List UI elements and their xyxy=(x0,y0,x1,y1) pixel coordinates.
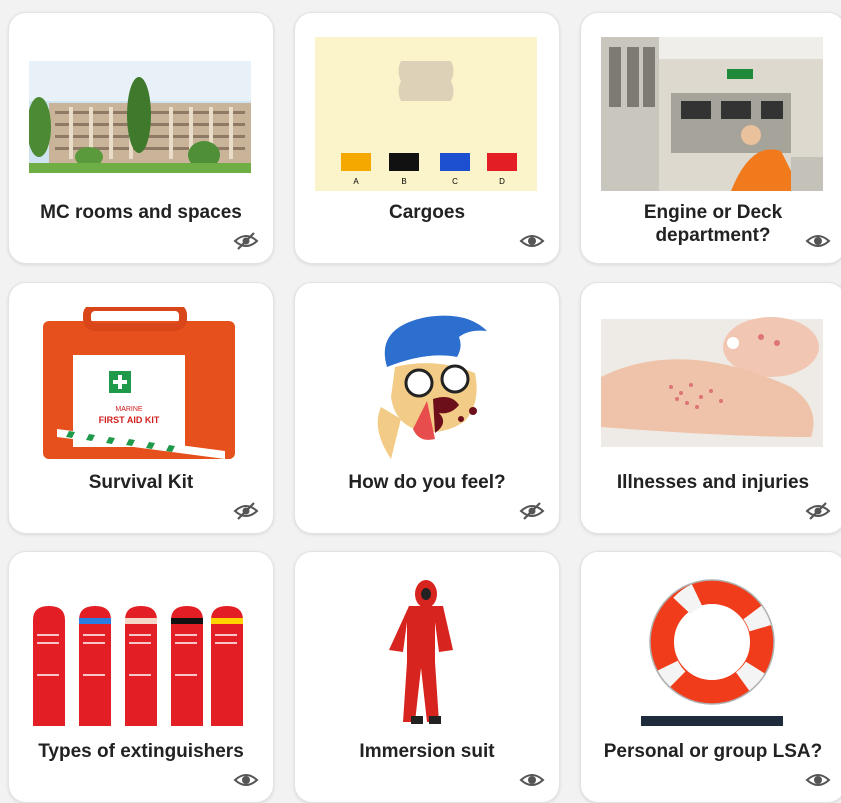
card-title: Types of extinguishers xyxy=(38,741,244,762)
card-title: Engine or Deck department? xyxy=(643,202,783,246)
eye-slash-icon[interactable] xyxy=(233,231,259,251)
svg-text:FIRST AID KIT: FIRST AID KIT xyxy=(99,415,160,425)
card-immersion-suit[interactable]: Immersion suit xyxy=(294,551,560,803)
card-title: Illnesses and injuries xyxy=(616,472,810,493)
rash-arm-image xyxy=(601,307,823,461)
immersion-suit-image xyxy=(315,576,537,730)
eye-icon[interactable] xyxy=(519,231,545,251)
swatch-letter: B xyxy=(401,177,406,186)
eye-icon[interactable] xyxy=(805,770,831,790)
eye-icon[interactable] xyxy=(519,770,545,790)
card-title: MC rooms and spaces xyxy=(40,202,242,223)
building-image xyxy=(29,37,251,191)
card-how-do-you-feel[interactable]: How do you feel? xyxy=(294,282,560,534)
card-survival-kit[interactable]: MARINE FIRST AID KIT Survival Kit xyxy=(8,282,274,534)
extinguisher-signs-image xyxy=(29,576,251,730)
swatch-letter: D xyxy=(499,177,505,186)
card-title: Immersion suit xyxy=(359,741,495,762)
card-title: How do you feel? xyxy=(348,472,506,493)
card-illnesses-and-injuries[interactable]: Illnesses and injuries xyxy=(580,282,841,534)
engine-room-image xyxy=(601,37,823,191)
card-title: Cargoes xyxy=(388,202,466,223)
card-title: Personal or group LSA? xyxy=(603,741,823,762)
eye-slash-icon[interactable] xyxy=(233,501,259,521)
card-title: Survival Kit xyxy=(88,472,194,493)
eye-icon[interactable] xyxy=(805,231,831,251)
cargo-image: A B C D xyxy=(315,37,537,191)
eye-slash-icon[interactable] xyxy=(805,501,831,521)
svg-text:MARINE: MARINE xyxy=(115,406,143,413)
card-cargoes[interactable]: A B C D Cargoes xyxy=(294,12,560,264)
eye-slash-icon[interactable] xyxy=(519,501,545,521)
card-types-of-extinguishers[interactable]: Types of extinguishers xyxy=(8,551,274,803)
lifebuoy-image xyxy=(601,576,823,730)
eye-icon[interactable] xyxy=(233,770,259,790)
first-aid-kit-image: MARINE FIRST AID KIT xyxy=(29,307,251,461)
nosebleed-cartoon-image xyxy=(315,307,537,461)
card-engine-or-deck-department[interactable]: Engine or Deck department? xyxy=(580,12,841,264)
swatch-letter: C xyxy=(452,177,458,186)
card-personal-or-group-lsa[interactable]: Personal or group LSA? xyxy=(580,551,841,803)
card-mc-rooms-and-spaces[interactable]: MC rooms and spaces xyxy=(8,12,274,264)
swatch-letter: A xyxy=(353,177,359,186)
